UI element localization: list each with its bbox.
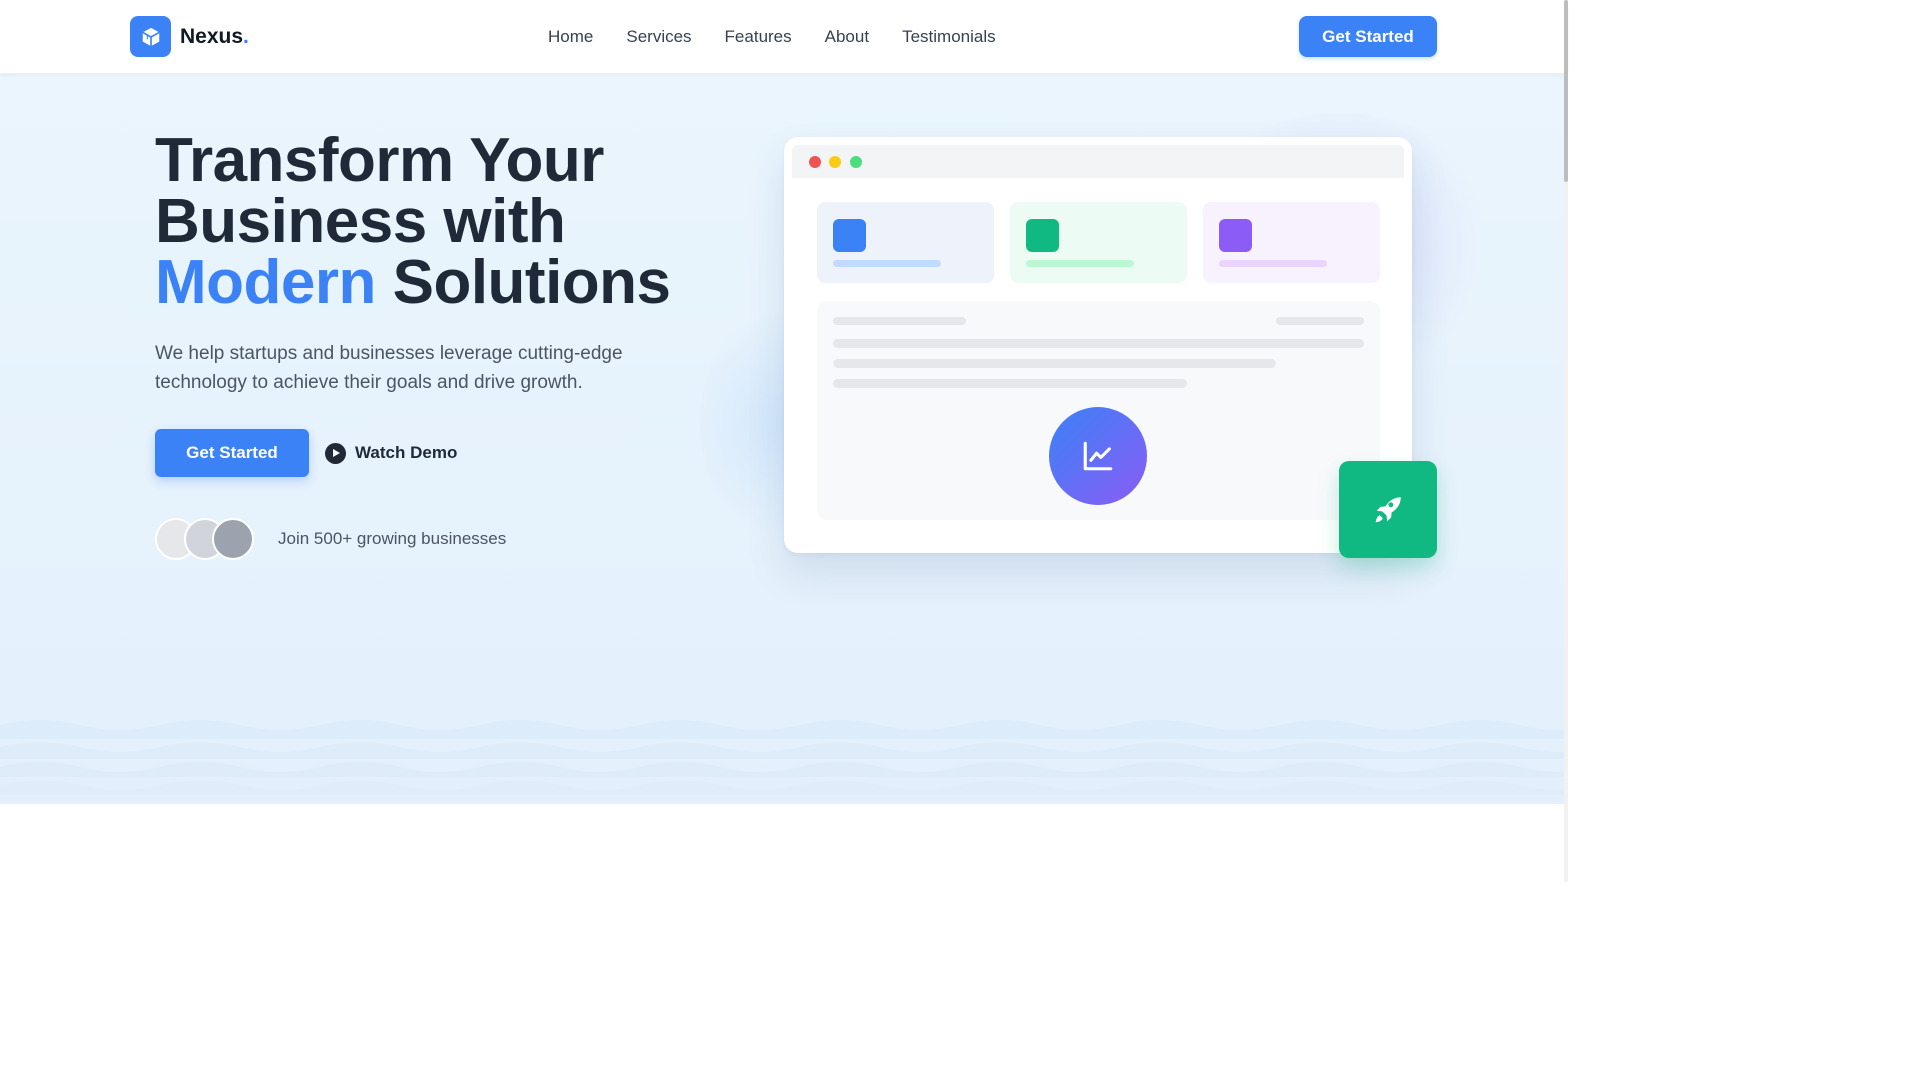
card-line — [1026, 260, 1134, 267]
placeholder-bar — [833, 379, 1187, 388]
placeholder-bar — [833, 359, 1276, 368]
mockup-panel — [817, 301, 1380, 520]
card-line — [833, 260, 941, 267]
logo[interactable]: Nexus. — [130, 16, 249, 57]
hero-title-line1: Transform Your — [155, 126, 604, 195]
card-square — [1219, 219, 1252, 252]
nav-home[interactable]: Home — [548, 26, 593, 48]
brand-name: Nexus — [180, 24, 244, 48]
hero-get-started-button[interactable]: Get Started — [155, 429, 309, 477]
nav-services[interactable]: Services — [626, 26, 691, 48]
window-close-dot — [809, 156, 821, 168]
card-square — [833, 219, 866, 252]
decorative-waves — [0, 720, 1568, 795]
hero-description: We help startups and businesses leverage… — [155, 343, 623, 393]
scrollbar-thumb[interactable] — [1564, 0, 1568, 182]
mockup-card-green — [1010, 202, 1187, 283]
avatar — [212, 518, 254, 560]
dashboard-mockup — [784, 137, 1412, 553]
hero-title-accent: Modern — [155, 248, 376, 317]
cube-icon — [130, 16, 171, 57]
window-maximize-dot — [850, 156, 862, 168]
hero-section: Transform Your Business with Modern Solu… — [0, 73, 1568, 804]
mockup-card-purple — [1203, 202, 1380, 283]
nav-about[interactable]: About — [825, 26, 869, 48]
header-get-started-button[interactable]: Get Started — [1299, 16, 1437, 57]
chart-line-icon — [1049, 407, 1147, 505]
play-icon — [325, 442, 346, 464]
watch-demo-button[interactable]: Watch Demo — [325, 441, 457, 465]
social-proof-text: Join 500+ growing businesses — [278, 529, 507, 548]
avatar-group — [155, 518, 255, 560]
nav-features[interactable]: Features — [725, 26, 792, 48]
card-line — [1219, 260, 1327, 267]
mockup-card-blue — [817, 202, 994, 283]
main-nav: Home Services Features About Testimonial… — [548, 26, 1029, 48]
hero-title-line2: Business with — [155, 187, 566, 256]
window-minimize-dot — [829, 156, 841, 168]
hero-title-rest: Solutions — [392, 248, 671, 317]
placeholder-bar — [1276, 317, 1364, 325]
rocket-icon — [1339, 461, 1437, 558]
card-square — [1026, 219, 1059, 252]
brand-dot: . — [243, 24, 249, 48]
watch-demo-label: Watch Demo — [355, 443, 458, 462]
placeholder-bar — [833, 339, 1364, 348]
hero-title: Transform Your Business with Modern Solu… — [155, 130, 755, 314]
site-header: Nexus. Home Services Features About Test… — [0, 0, 1568, 74]
window-title-bar — [792, 145, 1404, 178]
nav-testimonials[interactable]: Testimonials — [902, 26, 996, 48]
placeholder-bar — [833, 317, 966, 325]
